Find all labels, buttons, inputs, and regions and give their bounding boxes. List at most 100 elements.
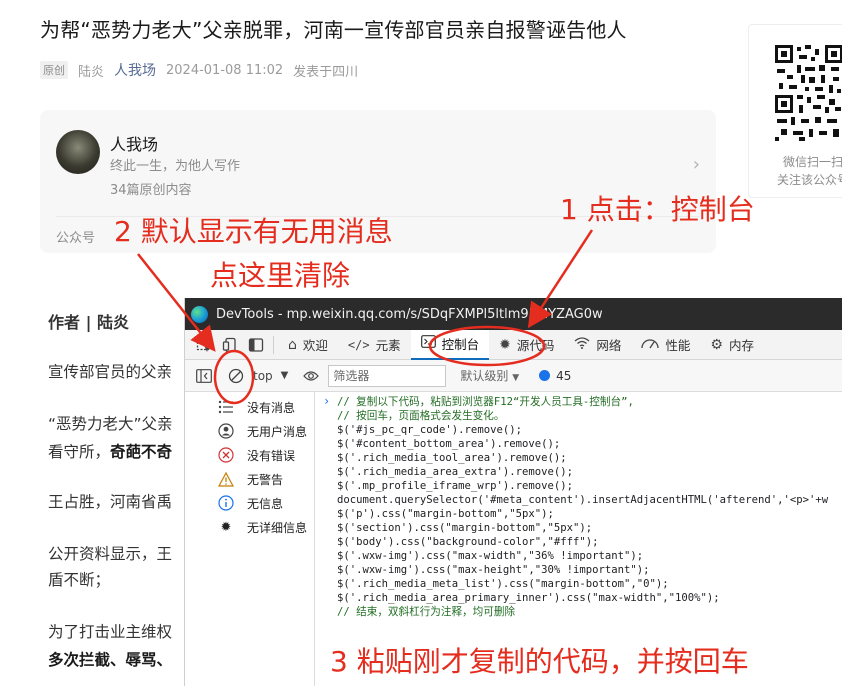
code-icon: </> xyxy=(347,337,370,352)
tab-memory-label: 内存 xyxy=(728,338,754,353)
paragraph-5a: 为了打击业主维权 xyxy=(48,623,173,641)
code-line: $('.rich_media_area_extra').remove(); xyxy=(337,466,573,478)
tab-network[interactable]: 网络 xyxy=(564,330,631,360)
paragraph-3: 王占胜，河南省禹 xyxy=(48,493,173,511)
chevron-right-icon: › xyxy=(323,394,331,408)
meta-account-link[interactable]: 人我场 xyxy=(114,60,156,80)
tab-performance-label: 性能 xyxy=(665,338,691,353)
paragraph-4a: 公开资料显示，王 xyxy=(48,545,173,563)
meta-datetime: 2024-01-08 11:02 xyxy=(166,62,284,78)
user-icon xyxy=(217,422,235,440)
eye-icon[interactable] xyxy=(298,364,324,388)
sidebar-item-label: 没有错误 xyxy=(247,448,296,463)
devtools-window: DevTools - mp.weixin.qq.com/s/SDqFXMPl5l… xyxy=(184,298,842,686)
tab-sources-label: 源代码 xyxy=(516,338,555,353)
qr-caption-scan: 微信扫一扫 xyxy=(783,155,842,169)
list-icon xyxy=(217,398,235,416)
paragraph-2b: 看守所，奇葩不奇 xyxy=(48,440,172,462)
devtools-titlebar: DevTools - mp.weixin.qq.com/s/SDqFXMPl5l… xyxy=(185,298,842,330)
log-level-value: 默认级别 xyxy=(460,369,509,383)
paragraph-1: 宣传部官员的父亲 xyxy=(48,363,173,381)
sidebar-item-warnings[interactable]: 无警告 xyxy=(217,468,283,490)
code-line: $('p').css("margin-bottom","5px"); xyxy=(337,508,554,520)
dock-side-icon[interactable] xyxy=(243,334,269,356)
sidebar-item-user-messages[interactable]: 无用户消息 xyxy=(217,420,308,442)
warning-icon xyxy=(217,470,235,488)
code-line: $('.mp_profile_iframe_wrp').remove(); xyxy=(337,480,573,492)
tab-elements[interactable]: </> 元素 xyxy=(338,330,411,360)
annotation-step-1: 1 点击：控制台 xyxy=(560,193,755,226)
profile-description: 终此一生，为他人写作 xyxy=(110,159,241,174)
tab-performance[interactable]: 性能 xyxy=(631,330,700,360)
tab-sources[interactable]: ✹ 源代码 xyxy=(489,330,564,360)
filter-input[interactable] xyxy=(328,364,447,387)
code-line: document.querySelector('#meta_content').… xyxy=(337,494,829,506)
sidebar-item-label: 无用户消息 xyxy=(247,424,308,439)
performance-icon xyxy=(641,337,660,353)
clear-console-icon[interactable] xyxy=(223,364,249,388)
paragraph-5b-bold: 多次拦截、辱骂、 xyxy=(48,651,173,669)
tab-console-label: 控制台 xyxy=(441,337,480,352)
bug-icon: ✹ xyxy=(499,336,511,353)
log-level-select[interactable]: 默认级别 ▼ xyxy=(460,367,519,384)
tab-memory[interactable]: ⚙ 内存 xyxy=(700,330,764,360)
issue-icon xyxy=(539,370,551,381)
devtools-title: DevTools - mp.weixin.qq.com/s/SDqFXMPl5l… xyxy=(216,306,603,322)
tab-console[interactable]: 控制台 xyxy=(410,329,490,360)
code-line: $('body').css("background-color","#fff")… xyxy=(337,536,599,548)
sidebar-item-label: 无详细信息 xyxy=(247,520,308,535)
console-toolbar: top ▼ 默认级别 ▼ 45 xyxy=(185,360,842,392)
sidebar-item-errors[interactable]: 没有错误 xyxy=(218,444,296,466)
sidebar-item-info[interactable]: 无信息 xyxy=(217,492,284,514)
issues-count-badge[interactable]: 45 xyxy=(539,369,571,383)
code-line: $('.wxw-img').css("max-height","30% !imp… xyxy=(337,564,650,576)
code-line: $('#js_pc_qr_code').remove(); xyxy=(337,424,522,436)
edge-logo-icon xyxy=(191,305,208,323)
paragraph-2b-text: 看守所， xyxy=(48,443,111,461)
inspect-element-icon[interactable] xyxy=(191,334,217,356)
context-selector-value: top xyxy=(253,368,273,383)
qr-code-icon xyxy=(775,45,842,141)
sidebar-item-messages[interactable]: 没有消息 xyxy=(217,396,296,418)
article-title: 为帮“恶势力老大”父亲脱罪，河南一宣传部官员亲自报警诬告他人 xyxy=(40,18,627,42)
info-icon xyxy=(217,494,235,512)
paragraph-5b: 多次拦截、辱骂、 xyxy=(48,648,172,670)
home-icon: ⌂ xyxy=(288,336,297,353)
chevron-right-icon: › xyxy=(692,154,700,175)
devtools-tab-bar: ⌂ 欢迎 </> 元素 控制台 ✹ 源代码 网络 性能 ⚙ 内存 xyxy=(185,329,842,360)
tab-welcome[interactable]: ⌂ 欢迎 xyxy=(278,330,338,360)
sidebar-item-label: 无信息 xyxy=(247,496,284,511)
original-badge: 原创 xyxy=(40,61,68,79)
tab-welcome-label: 欢迎 xyxy=(302,338,328,353)
annotation-step-2-line-2: 点这里清除 xyxy=(210,259,351,292)
profile-type-label: 公众号 xyxy=(56,231,96,246)
code-line: // 复制以下代码，粘贴到浏览器F12“开发人员工具-控制台”, xyxy=(337,396,634,408)
annotation-step-2-line-1: 2 默认显示有无用消息 xyxy=(114,215,393,248)
code-line: $('.wxw-img').css("max-width","36% !impo… xyxy=(337,550,644,562)
code-line: $('section').css("margin-bottom","5px"); xyxy=(337,522,593,534)
memory-icon: ⚙ xyxy=(710,336,723,353)
paragraph-2a: “恶势力老大”父亲 xyxy=(48,415,173,433)
article-meta: 原创 陆炎 人我场 2024-01-08 11:02 发表于四川 xyxy=(40,60,358,80)
qr-code-panel: 微信扫一扫 关注该公众号 xyxy=(748,24,842,198)
verbose-icon: ✹ xyxy=(220,519,232,535)
code-line: $('#content_bottom_area').remove(); xyxy=(337,438,561,450)
avatar xyxy=(56,130,100,174)
dropdown-arrow-icon: ▼ xyxy=(280,370,289,381)
sidebar-item-label: 没有消息 xyxy=(247,400,296,415)
code-line: // 按回车，页面格式会发生变化。 xyxy=(337,410,505,422)
console-sidebar: 没有消息 无用户消息 没有错误 无警告 无信息 ✹ 无详细信息 xyxy=(185,392,315,686)
context-selector[interactable]: top ▼ xyxy=(253,364,288,388)
sidebar-item-verbose[interactable]: ✹ 无详细信息 xyxy=(219,516,307,538)
paragraph-2b-bold: 奇葩不奇 xyxy=(110,443,173,461)
tab-network-label: 网络 xyxy=(596,338,622,353)
annotation-step-3: 3 粘贴刚才复制的代码，并按回车 xyxy=(330,645,749,678)
dropdown-arrow-icon: ▼ xyxy=(512,373,520,383)
code-line: $('.rich_media_meta_list').css("margin-b… xyxy=(337,578,669,590)
device-emulation-icon[interactable] xyxy=(217,334,243,356)
profile-article-count: 34篇原创内容 xyxy=(110,183,192,198)
profile-name: 人我场 xyxy=(110,135,159,154)
qr-caption-follow: 关注该公众号 xyxy=(777,173,842,187)
toggle-sidebar-icon[interactable] xyxy=(191,364,217,388)
meta-location: 发表于四川 xyxy=(293,64,359,80)
